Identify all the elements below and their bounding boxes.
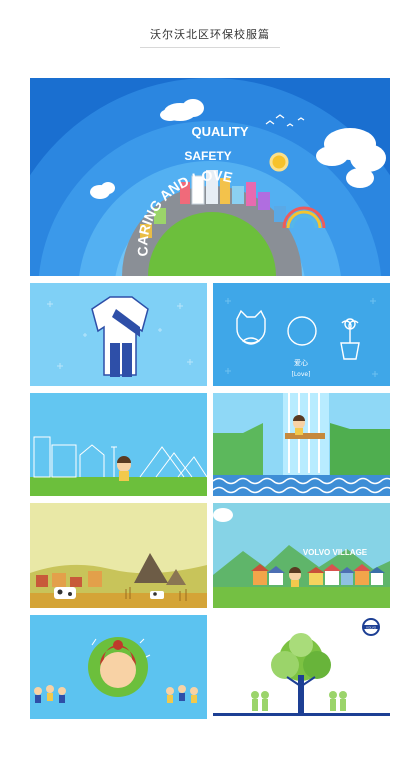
village-illustration: VOLVO VILLAGE	[213, 503, 390, 608]
word-quality: QUALITY	[191, 124, 248, 139]
sun-icon	[269, 152, 289, 172]
page-header: 沃尔沃北区环保校服篇	[0, 26, 420, 42]
cloud-icon	[213, 508, 233, 522]
uniform-illustration	[30, 283, 207, 386]
farm-illustration	[30, 503, 207, 608]
page-title: 沃尔沃北区环保校服篇	[150, 28, 270, 41]
kids-group-right	[166, 685, 198, 703]
globe-illustration	[30, 615, 207, 719]
village-panel: VOLVO VILLAGE	[213, 503, 390, 608]
waterfall-illustration	[213, 393, 390, 496]
word-safety: SAFETY	[184, 149, 231, 163]
love-label-en: [Love]	[292, 371, 311, 378]
uniform-panel	[30, 283, 207, 386]
love-panel: 爱心 [Love]	[213, 283, 390, 386]
cow-icon	[150, 591, 164, 599]
tree-illustration: VOLVO	[213, 615, 390, 719]
town-panel	[30, 393, 207, 496]
village-sign: VOLVO VILLAGE	[303, 548, 368, 557]
cow-icon	[54, 587, 76, 599]
title-divider	[140, 47, 280, 48]
bridge-plank	[285, 433, 325, 439]
town-illustration	[30, 393, 207, 496]
kids-group-left	[34, 685, 66, 703]
svg-text:VOLVO: VOLVO	[366, 626, 377, 630]
love-illustration: 爱心 [Love]	[213, 283, 390, 386]
waterfall-panel	[213, 393, 390, 496]
child-character	[117, 456, 131, 481]
hero-panel: QUALITY SAFETY CARING AND LOVE	[30, 78, 390, 276]
hero-illustration: QUALITY SAFETY CARING AND LOVE	[30, 78, 390, 276]
globe-panel	[30, 615, 207, 719]
love-label-cn: 爱心	[294, 359, 308, 367]
tree-panel: VOLVO	[213, 615, 390, 719]
farm-panel	[30, 503, 207, 608]
